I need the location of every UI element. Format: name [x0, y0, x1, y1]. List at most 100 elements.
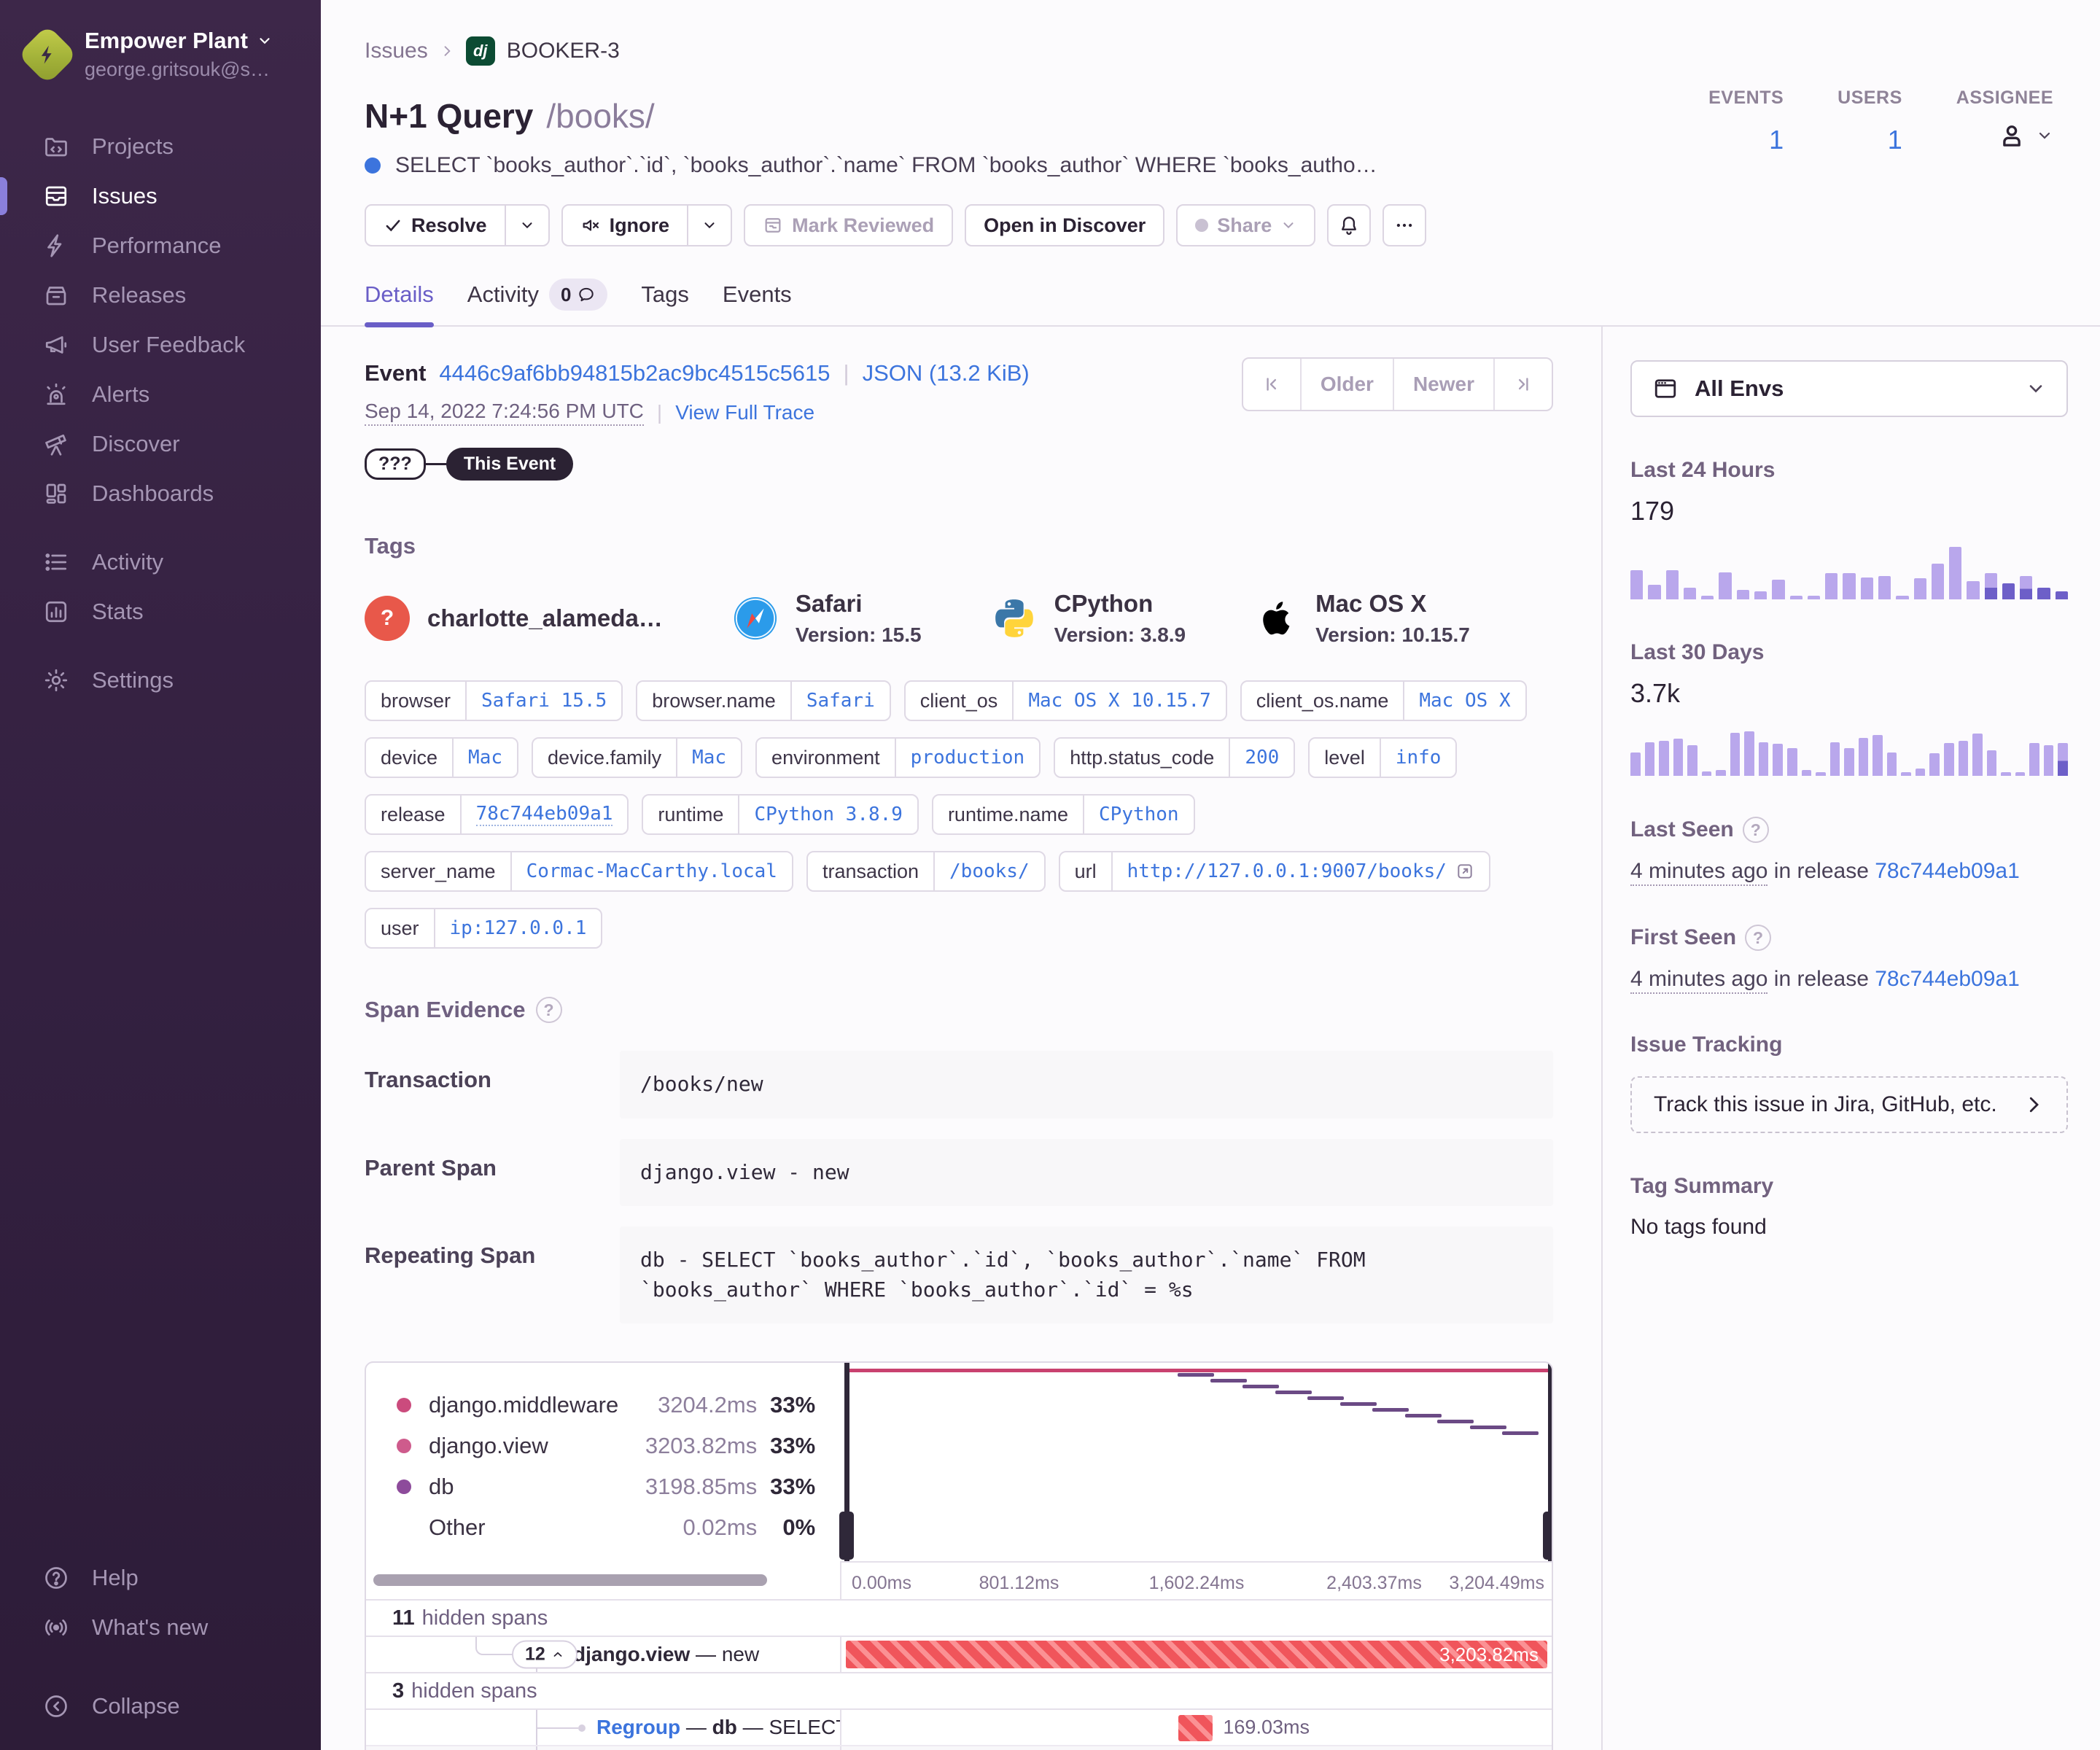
- sidebar-item-settings[interactable]: Settings: [0, 656, 321, 705]
- skip-to-latest-button[interactable]: [1493, 359, 1552, 410]
- tag-value-link[interactable]: ip:127.0.0.1: [450, 917, 587, 939]
- sidebar-item-what-s-new[interactable]: What's new: [0, 1603, 321, 1652]
- tag-value-link[interactable]: Mac OS X 10.15.7: [1028, 690, 1210, 712]
- this-event-pill[interactable]: This Event: [446, 448, 574, 481]
- trace-unknown-pill[interactable]: ???: [365, 448, 426, 480]
- minimap-left-handle[interactable]: [839, 1363, 855, 1562]
- sidebar-item-performance[interactable]: Performance: [0, 221, 321, 271]
- tag-pill-server_name[interactable]: server_name Cormac-MacCarthy.local: [365, 851, 793, 892]
- tag-value-link[interactable]: CPython: [1099, 804, 1179, 825]
- newer-event-button[interactable]: Newer: [1392, 359, 1493, 410]
- tag-value-link[interactable]: Mac OS X: [1419, 690, 1510, 712]
- sidebar-item-user-feedback[interactable]: User Feedback: [0, 320, 321, 370]
- tab-activity[interactable]: Activity 0: [467, 279, 608, 325]
- featured-tag-mac-os-x[interactable]: Mac OS X Version: 10.15.7: [1256, 590, 1470, 647]
- sidebar-item-collapse[interactable]: Collapse: [0, 1681, 321, 1731]
- view-full-trace-link[interactable]: View Full Trace: [675, 401, 814, 424]
- regroup-link[interactable]: Regroup: [596, 1716, 680, 1738]
- tag-value-link[interactable]: Safari: [806, 690, 875, 712]
- tag-pill-environment[interactable]: environment production: [755, 737, 1041, 778]
- tag-pill-browser.name[interactable]: browser.name Safari: [636, 680, 891, 721]
- tag-pill-client_os[interactable]: client_os Mac OS X 10.15.7: [903, 680, 1227, 721]
- older-event-button[interactable]: Older: [1299, 359, 1393, 410]
- tree-connector: [536, 1746, 537, 1750]
- first-seen-time[interactable]: 4 minutes ago: [1630, 967, 1768, 994]
- histogram-bar: [2055, 591, 2069, 599]
- histogram-bar: [1949, 547, 1962, 599]
- featured-tag-safari[interactable]: Safari Version: 15.5: [733, 590, 922, 647]
- parent-span-row[interactable]: 12 django.view — new 3,203.82ms: [366, 1636, 1552, 1673]
- sidebar-item-issues[interactable]: Issues: [0, 171, 321, 221]
- ignore-button[interactable]: Ignore: [561, 204, 733, 246]
- issue-tracking-heading: Issue Tracking: [1630, 1032, 1783, 1057]
- first-seen-release-link[interactable]: 78c744eb09a1: [1875, 967, 2020, 991]
- sidebar-item-activity[interactable]: Activity: [0, 537, 321, 587]
- tag-value-link[interactable]: 200: [1245, 747, 1279, 769]
- tag-value-link[interactable]: 78c744eb09a1: [475, 803, 613, 826]
- tag-pill-release[interactable]: release 78c744eb09a1: [365, 794, 629, 835]
- more-actions-button[interactable]: [1382, 204, 1427, 246]
- environment-filter[interactable]: All Envs: [1630, 360, 2068, 417]
- tag-value-link[interactable]: Mac: [468, 747, 502, 769]
- event-json-link[interactable]: JSON (13.2 KiB): [863, 360, 1030, 386]
- last-seen-release-link[interactable]: 78c744eb09a1: [1875, 859, 2020, 883]
- mark-reviewed-button[interactable]: Mark Reviewed: [744, 204, 954, 246]
- collapse-children-pill[interactable]: 12: [512, 1640, 578, 1669]
- subscribe-bell-button[interactable]: [1327, 204, 1372, 246]
- sidebar-item-alerts[interactable]: Alerts: [0, 370, 321, 419]
- sidebar-item-stats[interactable]: Stats: [0, 587, 321, 637]
- tag-value-link[interactable]: CPython 3.8.9: [754, 804, 903, 825]
- tag-pill-transaction[interactable]: transaction/books/: [806, 851, 1046, 892]
- sidebar-item-dashboards[interactable]: Dashboards: [0, 469, 321, 518]
- tag-pill-browser[interactable]: browser Safari 15.5: [365, 680, 623, 721]
- track-issue-button[interactable]: Track this issue in Jira, GitHub, etc.: [1630, 1076, 2068, 1133]
- tag-value-link[interactable]: /books/: [949, 860, 1030, 882]
- tag-value-link[interactable]: http://127.0.0.1:9007/books/: [1127, 860, 1447, 882]
- share-button[interactable]: Share: [1176, 204, 1316, 246]
- assignee-selector[interactable]: [1996, 120, 2053, 151]
- breadcrumb-issues-link[interactable]: Issues: [365, 39, 428, 63]
- event-timestamp[interactable]: Sep 14, 2022 7:24:56 PM UTC: [365, 400, 644, 426]
- resolve-button[interactable]: Resolve: [365, 204, 550, 246]
- tag-pill-device[interactable]: device Mac: [365, 737, 519, 778]
- tag-pill-client_os.name[interactable]: client_os.name Mac OS X: [1240, 680, 1527, 721]
- featured-tag-charlotte-alameda-[interactable]: ? charlotte_alameda…: [365, 596, 663, 641]
- waterfall-scrollbar[interactable]: [373, 1574, 767, 1587]
- tag-pill-url[interactable]: url http://127.0.0.1:9007/books/: [1058, 851, 1490, 892]
- axis-tick-label: 0.00ms: [852, 1573, 911, 1594]
- tag-value-link[interactable]: info: [1396, 747, 1442, 769]
- events-count[interactable]: 1: [1769, 125, 1784, 155]
- hidden-spans-row[interactable]: 3 hidden spans: [366, 1672, 1552, 1708]
- external-link-icon[interactable]: [1455, 862, 1474, 881]
- ignore-dropdown[interactable]: [687, 206, 731, 245]
- last-seen-time[interactable]: 4 minutes ago: [1630, 859, 1768, 886]
- tag-pill-device.family[interactable]: device.family Mac: [532, 737, 743, 778]
- tab-tags[interactable]: Tags: [641, 279, 688, 325]
- tag-value-link[interactable]: Mac: [692, 747, 726, 769]
- tag-pill-user[interactable]: user ip:127.0.0.1: [365, 908, 603, 949]
- oldest-event-button[interactable]: [1243, 359, 1300, 410]
- tag-pill-runtime[interactable]: runtime CPython 3.8.9: [642, 794, 919, 835]
- open-in-discover-button[interactable]: Open in Discover: [965, 204, 1165, 246]
- tab-details[interactable]: Details: [365, 279, 434, 327]
- minimap-right-handle[interactable]: [1543, 1363, 1552, 1562]
- tag-pill-level[interactable]: level info: [1308, 737, 1458, 778]
- tag-value-link[interactable]: Safari 15.5: [481, 690, 607, 712]
- span-row-db-query[interactable]: db — SELECT `books_author`167.06ms: [366, 1745, 1552, 1750]
- sidebar-item-releases[interactable]: Releases: [0, 271, 321, 320]
- hidden-spans-row[interactable]: 11 hidden spans: [366, 1599, 1552, 1636]
- tag-pill-runtime.name[interactable]: runtime.name CPython: [931, 794, 1195, 835]
- event-id-link[interactable]: 4446c9af6bb94815b2ac9bc4515c5615: [439, 360, 830, 386]
- tab-events[interactable]: Events: [723, 279, 792, 325]
- tag-value-link[interactable]: Cormac-MacCarthy.local: [526, 860, 777, 882]
- resolve-dropdown[interactable]: [504, 206, 548, 245]
- org-switcher[interactable]: Empower Plant george.gritsouk@s…: [0, 0, 321, 103]
- tag-pill-http.status_code[interactable]: http.status_code 200: [1054, 737, 1296, 778]
- sidebar-item-help[interactable]: Help: [0, 1553, 321, 1603]
- featured-tag-cpython[interactable]: CPython Version: 3.8.9: [992, 590, 1186, 647]
- sidebar-item-discover[interactable]: Discover: [0, 419, 321, 469]
- sidebar-item-projects[interactable]: Projects: [0, 122, 321, 171]
- users-count[interactable]: 1: [1888, 125, 1902, 155]
- tag-value-link[interactable]: production: [911, 747, 1025, 769]
- span-row-db-query[interactable]: Regroup — db — SELECT `boo169.03ms: [366, 1708, 1552, 1746]
